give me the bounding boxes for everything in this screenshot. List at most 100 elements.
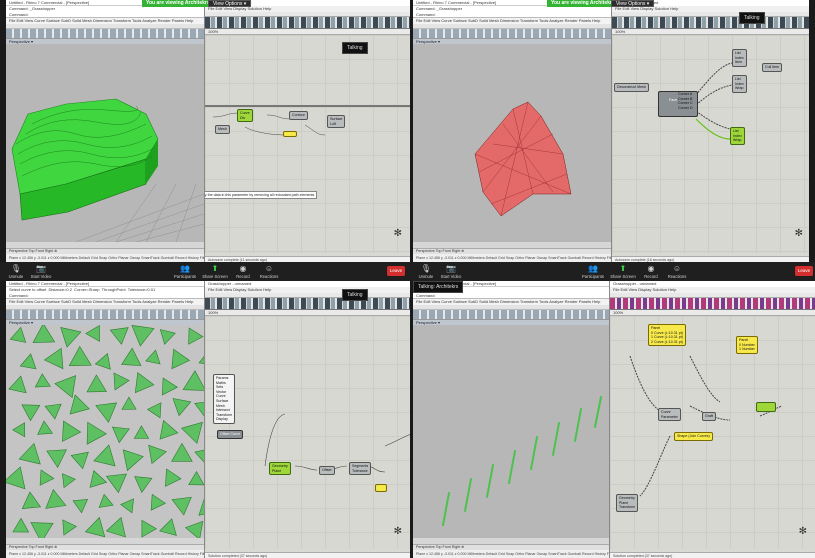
triangle-panel — [109, 327, 129, 345]
gh-node-cull[interactable]: Cull Item — [762, 63, 783, 72]
microphone-icon: 🎙 — [420, 264, 432, 273]
triangle-panel — [62, 473, 76, 489]
reactions-button[interactable]: ☺ Reactions — [664, 262, 690, 281]
triangle-panel — [32, 325, 56, 343]
share-screen-button[interactable]: ⬆ Share Screen — [608, 262, 638, 281]
gh-component-toolbar[interactable] — [205, 298, 410, 310]
triangle-panel — [134, 372, 155, 394]
gh-component-toolbar[interactable] — [610, 298, 815, 310]
rhino-toolbar[interactable] — [6, 310, 204, 320]
start-video-button[interactable]: 📷 Start Video — [28, 262, 54, 281]
gh-canvas[interactable]: Panel 0 Curve (L:10.31 pt) 1 Curve (L:10… — [610, 316, 815, 549]
triangle-panel — [18, 442, 41, 465]
triangle-panel — [133, 425, 150, 439]
screen-share-top-right: Untitled - Rhino 7 Commercial - [Perspec… — [413, 0, 809, 262]
start-video-button[interactable]: 📷 Start Video — [438, 262, 464, 281]
record-label: Record — [236, 274, 250, 279]
gh-canvas[interactable]: Deconstruct Mesh Face Corner A Corner B … — [612, 35, 809, 253]
talking-indicator: Talking — [342, 289, 368, 301]
triangle-panel — [98, 493, 114, 508]
gh-node-geometry[interactable]: Geometry Plane Transform — [616, 494, 639, 512]
rhino-menu-bar[interactable]: File Edit View Curve Surface SubD Solid … — [413, 18, 611, 24]
perspective-viewport[interactable] — [413, 325, 609, 538]
screen-share-bottom-right: Untitled - Rhino 7 Commercial - [Perspec… — [413, 281, 815, 558]
rhino-window: Untitled - Rhino 7 Commercial - [Perspec… — [413, 0, 611, 262]
gh-node-deconstruct[interactable]: Deconstruct Mesh — [614, 83, 649, 92]
leave-button[interactable]: Leave — [387, 266, 405, 276]
participants-button[interactable]: 👥 Participants — [578, 262, 608, 281]
triangle-panel — [46, 449, 67, 469]
gh-node-offset[interactable]: Offset — [319, 466, 335, 475]
grasshopper-window: Grasshopper - unnamed File Edit View Dis… — [609, 281, 815, 558]
view-options-button[interactable]: View Options ▾ — [208, 0, 252, 7]
gh-panel-numbers[interactable]: Panel 0 Number 1 Number — [736, 336, 758, 354]
gh-status: Solution completed (37 seconds ago) — [205, 552, 410, 558]
record-icon: ◉ — [239, 264, 247, 273]
gh-node-graft[interactable]: Graft — [702, 412, 716, 421]
gh-node-mesh[interactable]: Mesh — [215, 125, 230, 134]
gh-panel[interactable] — [283, 131, 297, 137]
participants-label: Participants — [582, 274, 604, 279]
triangle-panel — [37, 420, 54, 435]
unmute-button[interactable]: 🎙 Unmute — [414, 262, 438, 281]
triangle-panel — [62, 420, 82, 442]
rhino-menu-bar[interactable]: File Edit View Curve Surface SubD Solid … — [6, 299, 204, 305]
rhino-window: Untitled - Rhino 7 Commercial - [Perspec… — [413, 281, 609, 558]
gh-node-geometry[interactable]: Geometry Plane — [269, 462, 291, 476]
triangle-panel — [86, 421, 108, 445]
perspective-viewport[interactable] — [6, 325, 204, 538]
record-button[interactable]: ◉ Record — [232, 262, 254, 281]
triangle-panel — [141, 519, 158, 538]
rhino-bottom-bar: Perspective Top Front Right ⊕ Plane x 12… — [6, 248, 204, 262]
rhino-toolbar[interactable] — [6, 29, 204, 39]
gh-popup-selected[interactable]: Offset Curve — [217, 430, 244, 439]
share-screen-button[interactable]: ⬆ Share Screen — [200, 262, 230, 281]
rhino-toolbar[interactable] — [413, 29, 611, 39]
gh-node-loft[interactable]: Surface Loft — [327, 115, 346, 129]
rhino-bottom-bar: Perspective Top Front Right ⊕ Plane x 12… — [413, 544, 609, 558]
triangle-panel — [171, 496, 192, 516]
triangle-panel — [121, 396, 137, 410]
gh-node-segments[interactable]: Segments Tolerance — [349, 462, 372, 476]
gh-component-toolbar[interactable] — [612, 17, 809, 29]
participants-button[interactable]: 👥 Participants — [170, 262, 200, 281]
triangle-panel — [70, 451, 89, 470]
triangle-panel — [180, 421, 203, 444]
triangle-panel — [188, 471, 204, 486]
gh-component-toolbar[interactable] — [205, 17, 410, 29]
perspective-viewport[interactable] — [413, 44, 611, 242]
rhino-menu-bar[interactable]: File Edit View Curve Surface SubD Solid … — [6, 18, 204, 24]
gh-node-output[interactable] — [756, 402, 776, 412]
record-icon: ◉ — [647, 264, 655, 273]
rhino-menu-bar[interactable]: File Edit View Curve Surface SubD Solid … — [413, 299, 609, 305]
gh-node-curve[interactable]: Curve Parameter — [658, 408, 681, 422]
gh-canvas[interactable]: Curve Div Contour Mesh Surface Loft Simp… — [205, 35, 410, 253]
record-button[interactable]: ◉ Record — [640, 262, 662, 281]
zoom-meeting-window: { "share_banner": "You are viewing Archi… — [0, 0, 815, 558]
unmute-label: Unmute — [8, 274, 24, 279]
rhino-bottom-bar: Perspective Top Front Right ⊕ Plane x 12… — [413, 248, 611, 262]
gh-node-list-item-3[interactable]: List Index Wrap — [730, 127, 745, 145]
status-bar: Plane x 12.456 y -3.011 z 0.000 Millimet… — [416, 256, 611, 260]
gh-node-contour[interactable]: Contour — [289, 111, 308, 120]
triangle-panel — [44, 403, 62, 420]
gh-menu-popup[interactable]: Params Maths Sets Vector Curve Surface M… — [213, 374, 236, 424]
gh-tooltip: Simplify the data in this parameter by r… — [205, 191, 318, 199]
gh-node-list-item-2[interactable]: List Index Wrap — [732, 75, 747, 93]
gh-node-divide[interactable]: Curve Div — [237, 109, 253, 123]
leave-button[interactable]: Leave — [795, 266, 813, 276]
triangle-panel — [161, 377, 178, 396]
gh-node-list-item-1[interactable]: List Index Item — [732, 49, 747, 67]
unmute-button[interactable]: 🎙 Unmute — [4, 262, 28, 281]
gh-node-shape-join[interactable]: Shape (Join Curves) — [674, 432, 713, 441]
gh-panel[interactable] — [375, 484, 387, 492]
view-options-button[interactable]: View Options ▾ — [611, 0, 655, 7]
rhino-toolbar[interactable] — [413, 310, 609, 320]
perspective-viewport[interactable] — [6, 44, 204, 242]
gh-compass-icon: ✻ — [794, 228, 803, 239]
reactions-button[interactable]: ☺ Reactions — [256, 262, 282, 281]
gh-canvas[interactable]: Params Maths Sets Vector Curve Surface M… — [205, 316, 410, 549]
triangle-panel — [9, 326, 27, 343]
triangle-panel — [148, 444, 167, 465]
gh-panel-curves[interactable]: Panel 0 Curve (L:10.31 pt) 1 Curve (L:10… — [648, 324, 686, 347]
